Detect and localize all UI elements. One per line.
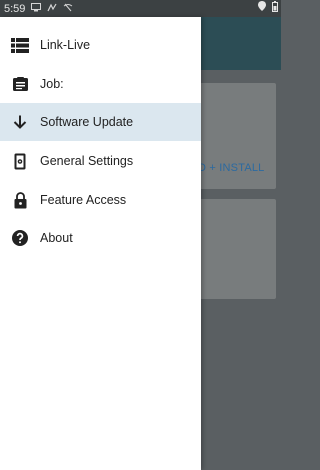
status-right bbox=[258, 1, 278, 15]
status-time: 5:59 bbox=[4, 2, 26, 15]
list-icon bbox=[0, 37, 40, 53]
drawer-item-label: Link-Live bbox=[40, 38, 91, 52]
drawer-item-label: Software Update bbox=[40, 115, 134, 129]
drawer-item-software-update[interactable]: Software Update bbox=[0, 103, 201, 141]
navigation-drawer: Link-Live Job: Software Update General S… bbox=[0, 17, 201, 470]
download-install-button[interactable]: D + INSTALL bbox=[198, 162, 265, 174]
battery-icon bbox=[272, 1, 278, 15]
status-bar: 5:59 bbox=[0, 0, 281, 17]
drawer-item-label: Feature Access bbox=[40, 193, 127, 207]
content-card bbox=[196, 199, 276, 299]
drawer-item-link-live[interactable]: Link-Live bbox=[0, 26, 201, 64]
monitor-icon bbox=[31, 2, 42, 15]
lock-icon bbox=[0, 191, 40, 209]
arrow-down-icon bbox=[0, 115, 40, 129]
drawer-item-job[interactable]: Job: bbox=[0, 65, 201, 103]
help-icon bbox=[0, 230, 40, 246]
signal-icon bbox=[47, 3, 57, 15]
drawer-item-label: Job: bbox=[40, 77, 64, 91]
drawer-item-general-settings[interactable]: General Settings bbox=[0, 142, 201, 180]
drawer-item-label: General Settings bbox=[40, 154, 134, 168]
drawer-item-about[interactable]: About bbox=[0, 219, 201, 257]
settings-device-icon bbox=[0, 153, 40, 170]
drawer-item-label: About bbox=[40, 231, 73, 245]
location-icon bbox=[258, 1, 266, 15]
drawer-item-feature-access[interactable]: Feature Access bbox=[0, 181, 201, 219]
no-wifi-icon bbox=[63, 3, 73, 15]
clipboard-icon bbox=[0, 77, 40, 91]
